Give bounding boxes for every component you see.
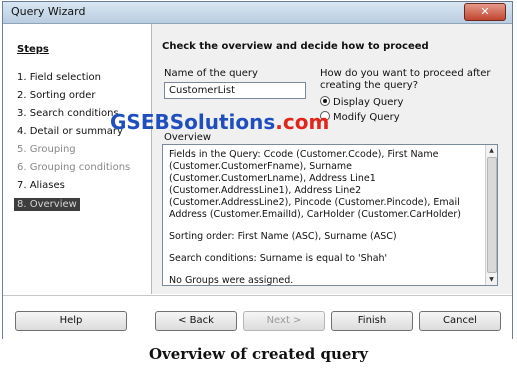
overview-textbox[interactable]: Fields in the Query: Ccode (Customer.Cco… — [162, 144, 498, 286]
overview-scrollbar[interactable]: ▲ ▼ — [485, 145, 497, 285]
watermark-logo: GSEBSolutions.com — [110, 110, 330, 134]
back-button[interactable]: < Back — [155, 311, 237, 331]
query-wizard-dialog: Query Wizard ✕ Steps 1. Field selection … — [2, 1, 513, 339]
modify-query-radio[interactable]: Modify Query — [320, 111, 400, 124]
step-overview[interactable]: 8. Overview — [14, 198, 80, 211]
scroll-up-icon[interactable]: ▲ — [487, 146, 496, 155]
step-sorting-order[interactable]: 2. Sorting order — [14, 89, 99, 102]
radio-selected-icon — [320, 96, 330, 106]
overview-sorting-text: Sorting order: First Name (ASC), Surname… — [169, 231, 397, 242]
help-button[interactable]: Help — [15, 311, 127, 331]
proceed-label-line2: creating the query? — [320, 80, 418, 91]
finish-button[interactable]: Finish — [331, 311, 413, 331]
display-query-label: Display Query — [333, 97, 404, 108]
steps-panel: Steps 1. Field selection 2. Sorting orde… — [3, 24, 152, 294]
query-name-input[interactable]: CustomerList — [164, 82, 306, 99]
scrollbar-thumb[interactable] — [487, 157, 497, 273]
overview-search-text: Search conditions: Surname is equal to '… — [169, 253, 388, 264]
button-bar: Help < Back Next > Finish Cancel — [3, 295, 512, 339]
step-grouping-conditions: 6. Grouping conditions — [17, 162, 131, 173]
step-search-conditions[interactable]: 3. Search conditions — [14, 107, 122, 120]
title-bar[interactable]: Query Wizard ✕ — [3, 2, 512, 24]
display-query-radio[interactable]: Display Query — [320, 96, 403, 109]
page-heading: Check the overview and decide how to pro… — [162, 41, 429, 52]
query-name-label: Name of the query — [164, 68, 258, 79]
overview-fields-text: Fields in the Query: Ccode (Customer.Cco… — [169, 149, 461, 220]
scroll-down-icon[interactable]: ▼ — [487, 275, 496, 284]
window-title: Query Wizard — [11, 5, 86, 18]
close-icon: ✕ — [480, 5, 490, 18]
overview-groups-text: No Groups were assigned. — [169, 275, 294, 286]
figure-caption: Overview of created query — [148, 345, 369, 363]
close-button[interactable]: ✕ — [464, 3, 506, 21]
cancel-button[interactable]: Cancel — [419, 311, 501, 331]
proceed-label-line1: How do you want to proceed after — [320, 68, 491, 79]
steps-heading: Steps — [17, 44, 49, 55]
step-aliases[interactable]: 7. Aliases — [14, 179, 68, 192]
step-grouping: 5. Grouping — [17, 144, 76, 155]
step-field-selection[interactable]: 1. Field selection — [14, 71, 104, 84]
main-panel: Check the overview and decide how to pro… — [152, 24, 512, 294]
next-button: Next > — [243, 311, 325, 331]
modify-query-label: Modify Query — [333, 112, 400, 123]
